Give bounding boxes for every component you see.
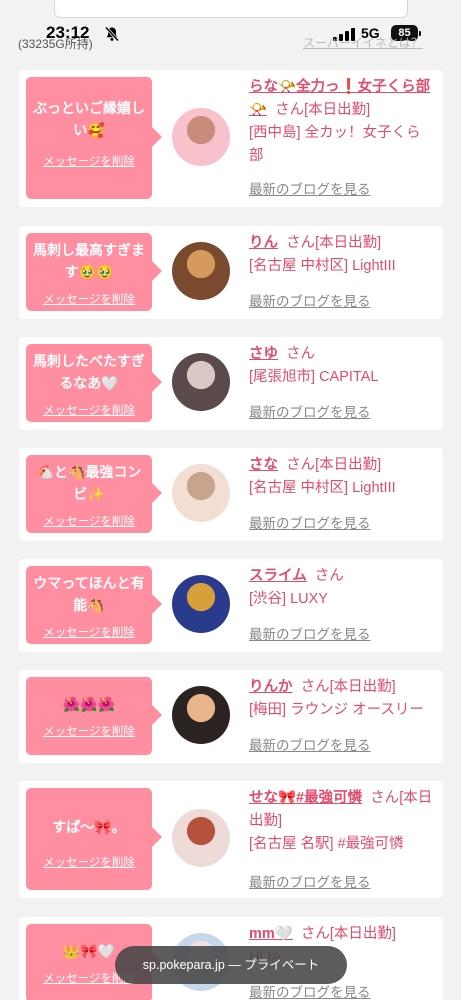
message-bubble: ウマってほんと有能🐴 メッセージを削除 [26, 566, 162, 644]
message-bubble: ぶっといご縁嬉しい🥰 メッセージを削除 [26, 77, 162, 199]
attendance-status: [本日出勤] [315, 235, 382, 251]
cast-name-link[interactable]: mm🤍 [249, 926, 293, 942]
coin-balance: (33235G所持) [18, 37, 93, 51]
cast-info: せな🎀#最強可憐 さん[本日出勤] [名古屋 名駅] #最強可憐 [249, 787, 435, 856]
latest-blog-link[interactable]: 最新のブログを見る [249, 871, 371, 891]
attendance-status: [本日出勤] [304, 102, 371, 118]
avatar[interactable] [172, 464, 230, 522]
message-card: 馬刺し最高すぎます🥹🥹 メッセージを削除 りん さん[本日出勤] [名古屋 中村… [19, 226, 443, 319]
honorific: さん [275, 102, 305, 118]
honorific: さん [286, 346, 316, 362]
message-bubble: 🐔と🐴最強コンビ✨ メッセージを削除 [26, 455, 162, 533]
delete-message-link[interactable]: メッセージを削除 [26, 153, 152, 169]
honorific: さん [286, 457, 316, 473]
message-text: ウマってほんと有能🐴 [33, 575, 145, 613]
honorific: さん [286, 235, 316, 251]
attendance-status: [本日出勤] [315, 457, 382, 473]
delete-message-link[interactable]: メッセージを削除 [26, 402, 152, 418]
avatar[interactable] [172, 353, 230, 411]
honorific: さん [300, 679, 330, 695]
super-like-info-link[interactable]: スーパーイイネとは？ [303, 34, 423, 51]
cast-info: りん さん[本日出勤] [名古屋 中村区] LightIII [249, 232, 435, 278]
latest-blog-link[interactable]: 最新のブログを見る [249, 178, 371, 198]
shop-area: [西中島] 全カッ！女子くら部 [249, 125, 421, 164]
bell-slash-icon [104, 26, 120, 42]
cast-info: らな📯全力っ❗女子くら部📯 さん[本日出勤] [西中島] 全カッ！女子くら部 [249, 76, 435, 168]
cast-name-link[interactable]: りんか [249, 679, 293, 695]
message-card: 🌺🌺🌺 メッセージを削除 りんか さん[本日出勤] [梅田] ラウンジ オースリ… [19, 670, 443, 763]
message-bubble: 馬刺し最高すぎます🥹🥹 メッセージを削除 [26, 233, 162, 311]
honorific: さん [370, 790, 400, 806]
cast-name-link[interactable]: せな🎀#最強可憐 [249, 790, 362, 806]
delete-message-link[interactable]: メッセージを削除 [26, 854, 152, 870]
message-card: ウマってほんと有能🐴 メッセージを削除 スライム さん [渋谷] LUXY 最新… [19, 559, 443, 652]
cast-info: スライム さん [渋谷] LUXY [249, 565, 435, 611]
latest-blog-link[interactable]: 最新のブログを見る [249, 290, 371, 310]
attendance-status: [本日出勤] [329, 926, 396, 942]
shop-area: [尾張旭市] CAPITAL [249, 369, 379, 385]
shop-area: [渋谷] LUXY [249, 591, 328, 607]
shop-area: [梅田] ラウンジ オースリー [249, 702, 424, 718]
shop-area: [名古屋 名駅] #最強可憐 [249, 836, 404, 852]
message-bubble: 馬刺したべたすぎるなあ🤍 メッセージを削除 [26, 344, 162, 422]
shop-area: [名古屋 中村区] LightIII [249, 480, 396, 496]
avatar[interactable] [172, 686, 230, 744]
latest-blog-link[interactable]: 最新のブログを見る [249, 623, 371, 643]
shop-area: [名古屋 中村区] LightIII [249, 258, 396, 274]
message-text: 馬刺したべたすぎるなあ🤍 [33, 353, 145, 391]
delete-message-link[interactable]: メッセージを削除 [26, 723, 152, 739]
cast-info: りんか さん[本日出勤] [梅田] ラウンジ オースリー [249, 676, 435, 722]
message-text: 🐔と🐴最強コンビ✨ [36, 464, 142, 502]
delete-message-link[interactable]: メッセージを削除 [26, 513, 152, 529]
cast-info: さな さん[本日出勤] [名古屋 中村区] LightIII [249, 454, 435, 500]
avatar[interactable] [172, 242, 230, 300]
cast-name-link[interactable]: スライム [249, 568, 307, 584]
avatar[interactable] [172, 809, 230, 867]
address-search-box[interactable] [54, 0, 408, 18]
avatar[interactable] [172, 575, 230, 633]
message-card: 馬刺したべたすぎるなあ🤍 メッセージを削除 さゆ さん [尾張旭市] CAPIT… [19, 337, 443, 430]
cast-name-link[interactable]: りん [249, 235, 278, 251]
url-bar[interactable]: sp.pokepara.jp — プライベート [115, 946, 347, 984]
message-text: 馬刺し最高すぎます🥹🥹 [33, 242, 145, 280]
avatar[interactable] [172, 108, 230, 166]
latest-blog-link[interactable]: 最新のブログを見る [249, 401, 371, 421]
honorific: さん [314, 568, 344, 584]
message-card: ぶっといご縁嬉しい🥰 メッセージを削除 らな📯全力っ❗女子くら部📯 さん[本日出… [19, 70, 443, 207]
message-card: すぱ〜🎀。 メッセージを削除 せな🎀#最強可憐 さん[本日出勤] [名古屋 名駅… [19, 781, 443, 898]
latest-blog-link[interactable]: 最新のブログを見る [249, 512, 371, 532]
cast-name-link[interactable]: さな [249, 457, 278, 473]
message-card: 🐔と🐴最強コンビ✨ メッセージを削除 さな さん[本日出勤] [名古屋 中村区]… [19, 448, 443, 541]
message-bubble: すぱ〜🎀。 メッセージを削除 [26, 788, 162, 890]
delete-message-link[interactable]: メッセージを削除 [26, 291, 152, 307]
message-text: 🌺🌺🌺 [62, 696, 116, 712]
attendance-status: [本日出勤] [329, 679, 396, 695]
message-text: すぱ〜🎀。 [52, 819, 126, 835]
cast-name-link[interactable]: さゆ [249, 346, 278, 362]
message-text: ぶっといご縁嬉しい🥰 [33, 100, 145, 138]
honorific: さん [300, 926, 330, 942]
cast-info: さゆ さん [尾張旭市] CAPITAL [249, 343, 435, 389]
latest-blog-link[interactable]: 最新のブログを見る [249, 734, 371, 754]
delete-message-link[interactable]: メッセージを削除 [26, 624, 152, 640]
message-bubble: 🌺🌺🌺 メッセージを削除 [26, 677, 162, 755]
